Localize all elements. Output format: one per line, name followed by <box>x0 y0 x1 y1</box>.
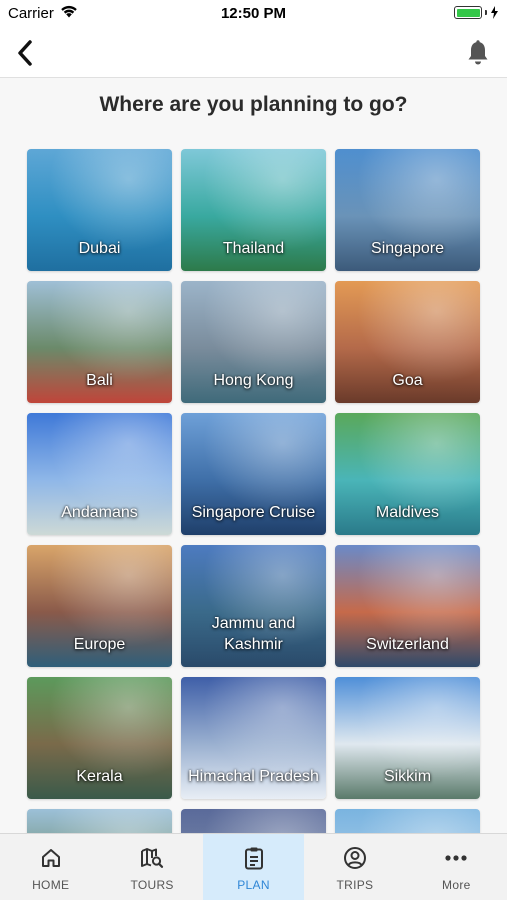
tab-tours[interactable]: TOURS <box>101 834 202 900</box>
tab-home[interactable]: HOME <box>0 834 101 900</box>
destination-label: Bali <box>86 372 113 389</box>
destination-tile[interactable] <box>181 809 326 833</box>
tab-more-label: More <box>442 878 471 892</box>
destination-tile[interactable]: Hong Kong <box>181 281 326 403</box>
destination-label: Hong Kong <box>213 372 294 389</box>
destination-label: Thailand <box>222 240 285 257</box>
chevron-left-icon <box>18 40 32 66</box>
destination-grid: Dubai Thailand Singapore Bali Hong Kong Goa An… <box>27 149 481 833</box>
destination-tile[interactable]: Switzerland <box>335 545 480 667</box>
content-area[interactable]: Where are you planning to go? Dubai Thail… <box>0 79 507 833</box>
destination-label: Dubai <box>78 240 121 257</box>
tab-bar: HOME TOURS PLAN TRIPS More <box>0 833 507 900</box>
destination-tile[interactable]: Maldives <box>335 413 480 535</box>
destination-tile[interactable]: Goa <box>335 281 480 403</box>
destination-label: Andamans <box>61 504 138 521</box>
destination-tile[interactable]: Andamans <box>27 413 172 535</box>
destination-tile[interactable]: Thailand <box>181 149 326 271</box>
clipboard-icon <box>242 846 266 870</box>
destination-label: Sikkim <box>383 768 432 785</box>
more-dots-icon <box>444 846 468 870</box>
nav-bar <box>0 28 507 78</box>
tab-trips-label: TRIPS <box>336 878 374 892</box>
tab-plan-label: PLAN <box>237 878 270 892</box>
destination-label: Himachal Pradesh <box>188 768 319 785</box>
destination-label: Switzerland <box>366 636 449 653</box>
destination-tile[interactable]: Singapore Cruise <box>181 413 326 535</box>
destination-tile[interactable]: Kerala <box>27 677 172 799</box>
battery-icon <box>454 6 499 19</box>
destination-tile[interactable] <box>27 809 172 833</box>
destination-label: Goa <box>392 372 423 389</box>
destination-label: Singapore Cruise <box>191 504 316 521</box>
destination-image <box>335 809 480 833</box>
bell-icon <box>468 40 488 65</box>
status-time: 12:50 PM <box>220 5 287 22</box>
destination-tile[interactable]: Bali <box>27 281 172 403</box>
map-search-icon <box>140 846 164 870</box>
destination-label: Singapore <box>371 240 444 257</box>
destination-tile[interactable]: Sikkim <box>335 677 480 799</box>
destination-tile[interactable]: Europe <box>27 545 172 667</box>
destination-tile[interactable]: Singapore <box>335 149 480 271</box>
tab-plan[interactable]: PLAN <box>202 834 305 900</box>
destination-tile[interactable] <box>335 809 480 833</box>
tab-tours-label: TOURS <box>130 878 174 892</box>
destination-tile[interactable]: Jammu and Kashmir <box>181 545 326 667</box>
tab-more[interactable]: More <box>406 834 507 900</box>
destination-image <box>181 809 326 833</box>
account-circle-icon <box>343 846 367 870</box>
status-bar: Carrier 12:50 PM <box>0 0 507 28</box>
home-icon <box>39 846 63 870</box>
destination-label: Europe <box>73 636 126 653</box>
back-button[interactable] <box>10 36 40 70</box>
tab-home-label: HOME <box>32 878 70 892</box>
destination-label: Maldives <box>375 504 440 521</box>
destination-tile[interactable]: Himachal Pradesh <box>181 677 326 799</box>
destination-label: Kerala <box>76 768 123 785</box>
destination-image <box>27 809 172 833</box>
destination-label: Jammu and Kashmir <box>211 615 296 653</box>
page-title: Where are you planning to go? <box>99 93 408 116</box>
charging-bolt-icon <box>491 6 498 19</box>
tab-trips[interactable]: TRIPS <box>304 834 405 900</box>
destination-tile[interactable]: Dubai <box>27 149 172 271</box>
notifications-button[interactable] <box>463 36 493 70</box>
